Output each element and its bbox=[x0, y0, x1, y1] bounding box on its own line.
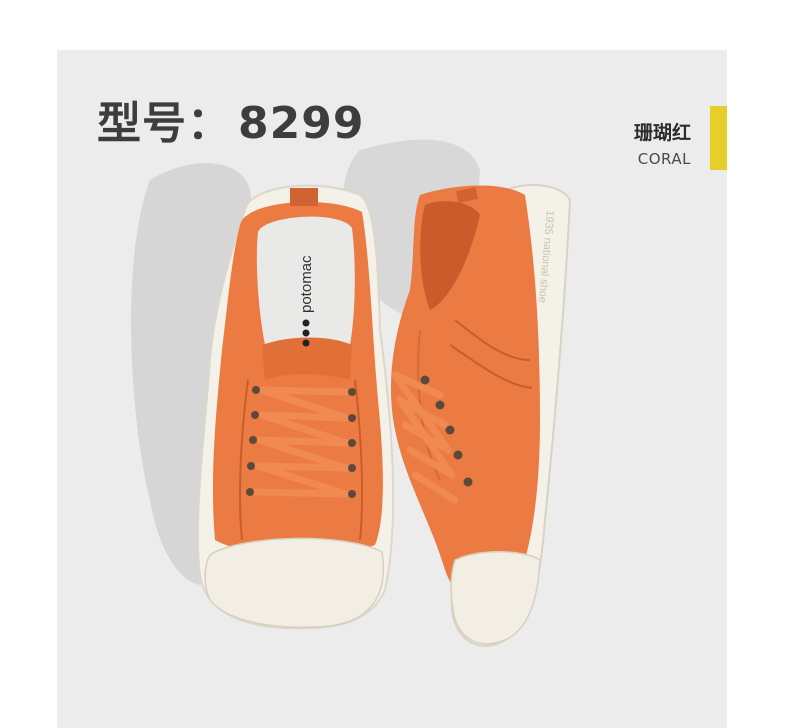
model-number: 8299 bbox=[238, 98, 365, 149]
shoes-illustration: potomac 1935 national shoe bbox=[131, 139, 572, 647]
color-name-chinese: 珊瑚红 bbox=[633, 122, 691, 144]
model-heading: 型号： 8299 bbox=[97, 102, 364, 146]
left-heel-tab bbox=[290, 188, 318, 206]
product-panel: potomac 1935 national shoe 型号： 8299 珊瑚红 … bbox=[57, 50, 727, 728]
right-shoe: 1935 national shoe bbox=[390, 184, 572, 647]
right-shoe-toe-cap bbox=[450, 551, 541, 645]
left-shoe-toe-cap bbox=[204, 537, 385, 628]
accent-bar bbox=[710, 106, 727, 170]
model-label: 型号： bbox=[97, 98, 232, 149]
insole-brand-text: potomac bbox=[298, 255, 315, 313]
color-name-english: CORAL bbox=[637, 150, 691, 168]
